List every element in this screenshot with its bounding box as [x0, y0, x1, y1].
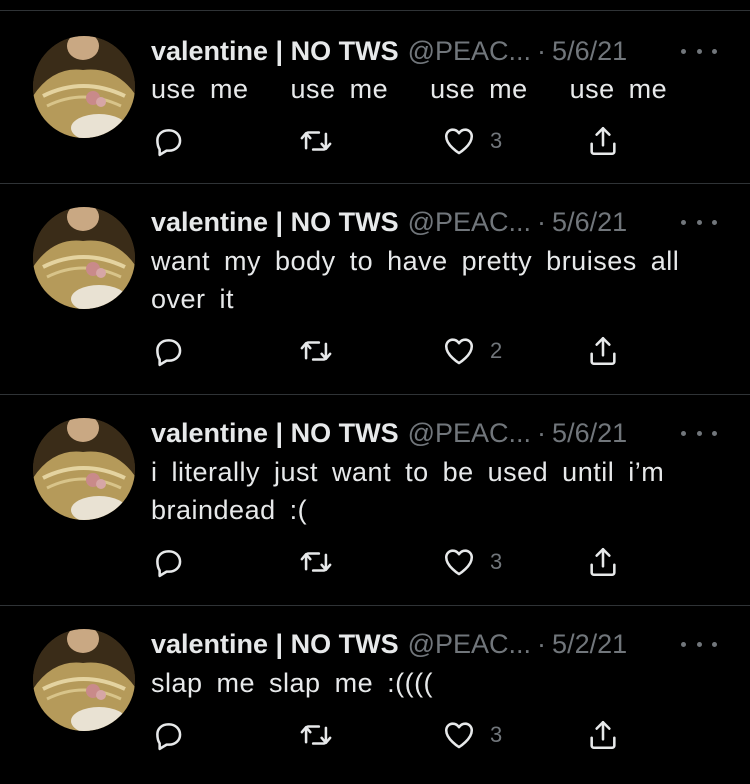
- tweet-actions: 3: [151, 718, 631, 752]
- tweet[interactable]: valentine | NO TWS @PEAC... · 5/6/21 use…: [0, 10, 750, 183]
- separator: ·: [537, 417, 547, 448]
- display-name[interactable]: valentine | NO TWS: [151, 418, 399, 449]
- retweet-button[interactable]: [298, 545, 334, 579]
- tweet[interactable]: valentine | NO TWS @PEAC... · 5/6/21 wan…: [0, 183, 750, 394]
- tweet-date[interactable]: 5/6/21: [552, 418, 627, 449]
- like-button[interactable]: 3: [442, 545, 502, 579]
- share-icon: [590, 547, 616, 577]
- tweet-actions: 2: [151, 334, 631, 368]
- tweet-text: slap me slap me :((((: [151, 668, 434, 698]
- avatar[interactable]: [33, 418, 135, 520]
- like-button[interactable]: 3: [442, 718, 502, 752]
- reply-icon: [156, 723, 182, 751]
- like-button[interactable]: 2: [442, 334, 502, 368]
- share-icon: [590, 720, 616, 750]
- username-handle[interactable]: @PEAC...: [408, 418, 531, 449]
- avatar-portrait-image: [33, 36, 135, 138]
- retweet-icon: [300, 725, 332, 745]
- share-button[interactable]: [586, 718, 620, 752]
- heart-icon: [444, 128, 474, 155]
- reply-icon: [156, 129, 182, 157]
- heart-icon: [444, 549, 474, 576]
- tweet-date[interactable]: 5/6/21: [552, 207, 627, 238]
- display-name[interactable]: valentine | NO TWS: [151, 629, 399, 660]
- tweet-date[interactable]: 5/2/21: [552, 629, 627, 660]
- like-count: 3: [490, 722, 503, 747]
- reply-icon: [156, 550, 182, 578]
- avatar[interactable]: [33, 36, 135, 138]
- username-handle[interactable]: @PEAC...: [408, 207, 531, 238]
- share-button[interactable]: [586, 545, 620, 579]
- share-button[interactable]: [586, 334, 620, 368]
- tweet-header: valentine | NO TWS @PEAC... · 5/6/21: [151, 33, 627, 69]
- username-handle[interactable]: @PEAC...: [408, 36, 531, 67]
- retweet-icon: [300, 552, 332, 572]
- more-options-icon[interactable]: [681, 634, 717, 654]
- more-options-icon[interactable]: [681, 41, 717, 61]
- avatar-portrait-image: [33, 418, 135, 520]
- avatar-portrait-image: [33, 629, 135, 731]
- retweet-icon: [300, 131, 332, 151]
- tweet-text: want my body to have pretty bruises all …: [151, 246, 694, 314]
- separator: ·: [537, 206, 547, 237]
- tweet[interactable]: valentine | NO TWS @PEAC... · 5/2/21 sla…: [0, 605, 750, 784]
- retweet-button[interactable]: [298, 124, 334, 158]
- tweet-actions: 3: [151, 124, 631, 158]
- retweet-button[interactable]: [298, 334, 334, 368]
- separator: ·: [537, 35, 547, 66]
- like-count: 3: [490, 128, 503, 153]
- username-handle[interactable]: @PEAC...: [408, 629, 531, 660]
- avatar[interactable]: [33, 207, 135, 309]
- tweet-header: valentine | NO TWS @PEAC... · 5/6/21: [151, 415, 627, 451]
- heart-icon: [444, 722, 474, 749]
- tweet[interactable]: valentine | NO TWS @PEAC... · 5/6/21 i l…: [0, 394, 750, 605]
- reply-button[interactable]: [151, 124, 185, 158]
- like-count: 3: [490, 549, 503, 574]
- tweet-feed: valentine | NO TWS @PEAC... · 5/6/21 use…: [0, 0, 750, 784]
- reply-button[interactable]: [151, 334, 185, 368]
- more-options-icon[interactable]: [681, 423, 717, 443]
- separator: ·: [537, 628, 547, 659]
- display-name[interactable]: valentine | NO TWS: [151, 207, 399, 238]
- share-icon: [590, 336, 616, 366]
- tweet-text: use me use me use me use me: [151, 74, 668, 104]
- like-button[interactable]: 3: [442, 124, 502, 158]
- tweet-actions: 3: [151, 545, 631, 579]
- more-options-icon[interactable]: [681, 212, 717, 232]
- display-name[interactable]: valentine | NO TWS: [151, 36, 399, 67]
- reply-button[interactable]: [151, 718, 185, 752]
- share-icon: [590, 126, 616, 156]
- heart-icon: [444, 338, 474, 365]
- tweet-date[interactable]: 5/6/21: [552, 36, 627, 67]
- tweet-header: valentine | NO TWS @PEAC... · 5/6/21: [151, 204, 627, 240]
- avatar-portrait-image: [33, 207, 135, 309]
- tweet-text: i literally just want to be used until i…: [151, 457, 679, 525]
- reply-button[interactable]: [151, 545, 185, 579]
- retweet-button[interactable]: [298, 718, 334, 752]
- reply-icon: [156, 339, 182, 367]
- tweet-header: valentine | NO TWS @PEAC... · 5/2/21: [151, 626, 627, 662]
- retweet-icon: [300, 341, 332, 361]
- like-count: 2: [490, 338, 503, 363]
- share-button[interactable]: [586, 124, 620, 158]
- avatar[interactable]: [33, 629, 135, 731]
